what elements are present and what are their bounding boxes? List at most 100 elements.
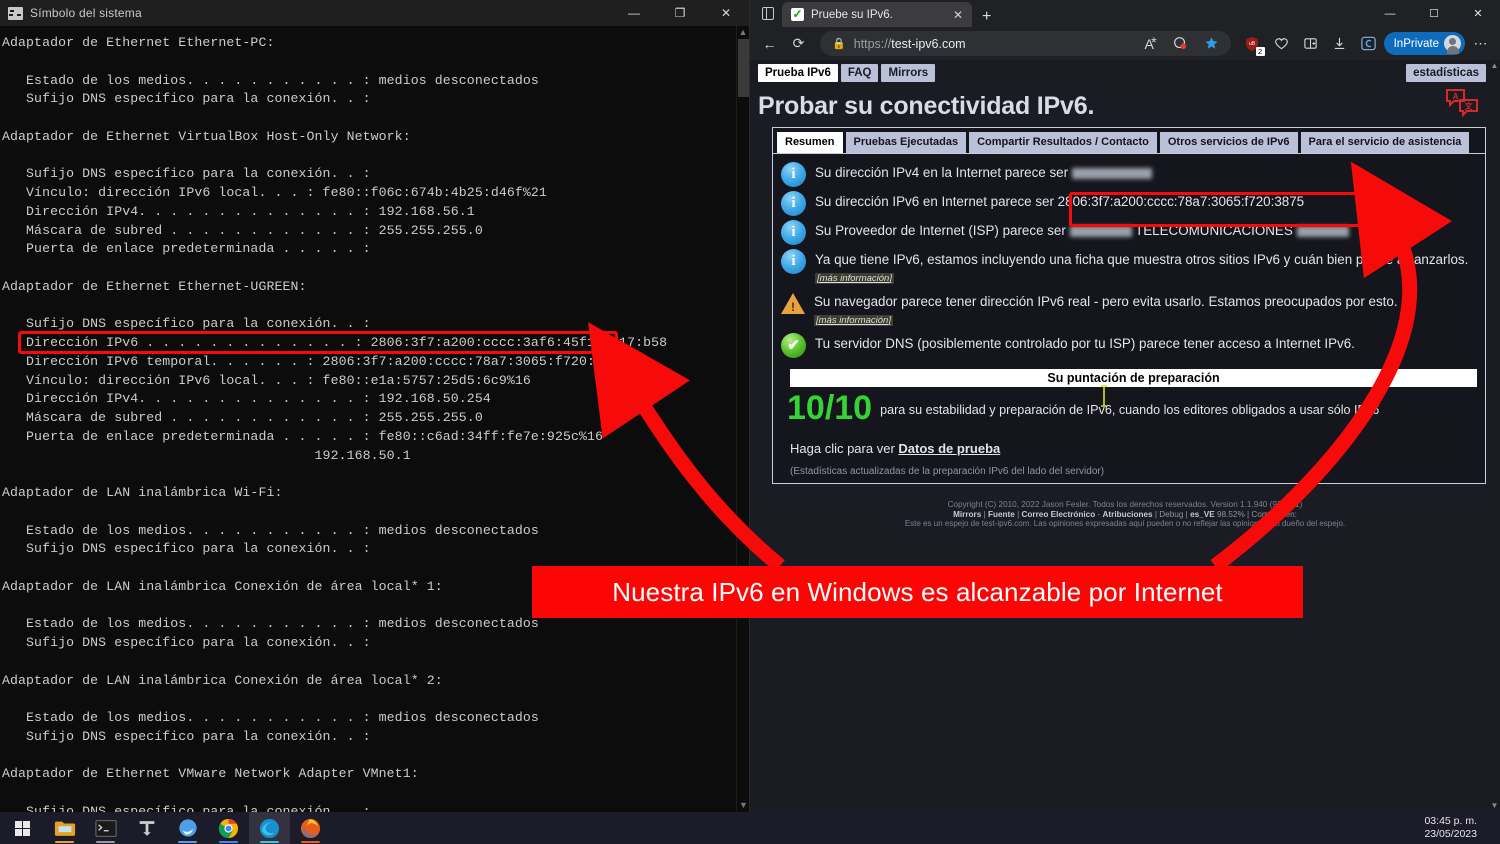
cmd-output-area[interactable]: Adaptador de Ethernet Ethernet-PC: Estad… <box>0 26 749 812</box>
download-glyph <box>1334 37 1344 49</box>
new-tab-button[interactable]: + <box>972 9 1001 27</box>
result-row-dns: Tu servidor DNS (posiblemente controlado… <box>781 331 1477 360</box>
address-bar-url: https://test-ipv6.com <box>853 36 966 51</box>
results-panel: Resumen Pruebas Ejecutadas Compartir Res… <box>772 127 1486 484</box>
result-text-ipv6-badge: Ya que tiene IPv6, estamos incluyendo un… <box>815 252 1469 284</box>
test-data-link[interactable]: Datos de prueba <box>898 441 1000 456</box>
result-text-dns: Tu servidor DNS (posiblemente controlado… <box>815 336 1355 351</box>
inprivate-profile-button[interactable]: InPrivate <box>1383 32 1465 55</box>
favorite-star-icon[interactable] <box>1198 30 1225 57</box>
command-prompt-icon[interactable] <box>85 812 126 844</box>
browser-tab[interactable]: Pruebe su IPv6. ✕ <box>782 2 972 27</box>
utorrent-icon[interactable] <box>126 812 167 844</box>
browser-close-button[interactable]: ✕ <box>1456 0 1500 27</box>
footer-link-debug[interactable]: Debug <box>1159 510 1183 519</box>
footer-copyright: Copyright (C) 2010, 2022 Jason Fesler. T… <box>947 500 1303 509</box>
score-description: para su estabilidad y preparación de IPv… <box>880 403 1380 417</box>
panel-tab-bar: Resumen Pruebas Ejecutadas Compartir Res… <box>773 128 1485 154</box>
result-row-browser-warning: Su navegador parece tener dirección IPv6… <box>781 289 1477 331</box>
cmd-window-title: Símbolo del sistema <box>30 6 142 20</box>
command-prompt-window: Símbolo del sistema — ❐ ✕ Adaptador de E… <box>0 0 750 812</box>
footer-links: Mirrors | Fuente | Correo Electrónico - … <box>953 509 1297 519</box>
firefox-icon[interactable] <box>290 812 331 844</box>
downloads-icon[interactable] <box>1326 30 1353 57</box>
teams-icon[interactable] <box>167 812 208 844</box>
redacted-isp-prefix <box>1069 225 1132 237</box>
tab-pruebas-ejecutadas[interactable]: Pruebas Ejecutadas <box>845 132 967 153</box>
result-row-ipv4: Su dirección IPv4 en la Internet parece … <box>781 160 1477 189</box>
cmd-scroll-up-icon[interactable]: ▲ <box>737 26 749 39</box>
lock-icon: 🔒 <box>832 38 846 50</box>
collections-icon[interactable] <box>1167 30 1194 57</box>
svg-text:文: 文 <box>1465 101 1474 111</box>
clock-time: 03:45 p. m. <box>1424 815 1477 827</box>
copilot-glyph <box>1360 36 1376 51</box>
ellipsis-icon[interactable]: ⋯ <box>1467 30 1494 57</box>
windows-start-icon[interactable] <box>0 812 44 844</box>
tab-title: Pruebe su IPv6. <box>811 8 893 21</box>
back-button[interactable]: ← <box>756 30 783 57</box>
cmd-minimize-button[interactable]: — <box>611 0 657 26</box>
page-scrollbar[interactable]: ▲ ▼ <box>1489 60 1500 812</box>
browser-essentials-icon[interactable] <box>1268 30 1295 57</box>
tab-servicio-asistencia[interactable]: Para el servicio de asistencia <box>1300 132 1470 153</box>
taskbar-clock[interactable]: 03:45 p. m. 23/05/2023 <box>1424 815 1490 841</box>
desktop: Símbolo del sistema — ❐ ✕ Adaptador de E… <box>0 0 1500 844</box>
score-area: 10/10 para su estabilidad y preparación … <box>773 387 1485 427</box>
more-info-link-badge[interactable]: [más información] <box>815 272 894 284</box>
browser-window-controls: — ☐ ✕ <box>1368 0 1500 27</box>
page-scroll-down-icon[interactable]: ▼ <box>1489 800 1500 812</box>
reload-button[interactable]: ⟳ <box>785 30 812 57</box>
result-text-isp: Su Proveedor de Internet (ISP) parece se… <box>815 220 1349 240</box>
result-row-isp: Su Proveedor de Internet (ISP) parece se… <box>781 218 1477 247</box>
statistics-button[interactable]: estadísticas <box>1406 64 1486 82</box>
tab-otros-servicios[interactable]: Otros servicios de IPv6 <box>1159 132 1298 153</box>
cmd-close-button[interactable]: ✕ <box>703 0 749 26</box>
info-icon <box>781 191 806 216</box>
browser-minimize-button[interactable]: — <box>1368 0 1412 27</box>
cmd-glyph <box>94 819 117 837</box>
tab-actions-icon[interactable] <box>754 0 782 27</box>
translate-icon[interactable]: A 文 <box>1444 88 1480 118</box>
ipconfig-output: Adaptador de Ethernet Ethernet-PC: Estad… <box>2 35 668 812</box>
success-icon <box>781 333 806 358</box>
site-nav-mirrors[interactable]: Mirrors <box>881 64 936 82</box>
extension-icon[interactable]: uB 2 <box>1239 30 1266 57</box>
browser-maximize-button[interactable]: ☐ <box>1412 0 1456 27</box>
annotation-banner: Nuestra IPv6 en Windows es alcanzable po… <box>532 566 1303 618</box>
omnibox-actions: A⃰ <box>1136 30 1225 57</box>
footer-link-mirrors[interactable]: Mirrors <box>953 510 981 519</box>
split-screen-icon[interactable] <box>1297 30 1324 57</box>
file-explorer-icon[interactable] <box>44 812 85 844</box>
cmd-window-controls: — ❐ ✕ <box>611 0 749 26</box>
read-aloud-icon[interactable]: A⃰ <box>1136 30 1163 57</box>
tab-resumen[interactable]: Resumen <box>777 132 843 153</box>
info-icon <box>781 220 806 245</box>
inprivate-label: InPrivate <box>1393 37 1439 50</box>
cmd-scroll-down-icon[interactable]: ▼ <box>737 799 750 812</box>
address-bar[interactable]: 🔒 https://test-ipv6.com A⃰ <box>820 31 1231 56</box>
cmd-scroll-thumb[interactable] <box>738 39 749 97</box>
footer-link-correo[interactable]: Correo Electrónico <box>1022 510 1096 519</box>
cmd-scrollbar[interactable]: ▲ ▼ <box>736 26 749 812</box>
footer-link-atribuciones[interactable]: Atribuciones <box>1103 510 1153 519</box>
site-nav-faq[interactable]: FAQ <box>840 64 879 82</box>
avatar <box>1444 35 1461 54</box>
copilot-icon[interactable] <box>1355 30 1382 57</box>
cmd-maximize-button[interactable]: ❐ <box>657 0 703 26</box>
tab-close-icon[interactable]: ✕ <box>950 8 966 22</box>
cmd-title-bar[interactable]: Símbolo del sistema — ❐ ✕ <box>0 0 749 26</box>
chrome-icon[interactable] <box>208 812 249 844</box>
site-top-nav: Prueba IPv6 FAQ Mirrors estadísticas <box>750 60 1500 82</box>
footer-link-fuente[interactable]: Fuente <box>988 510 1015 519</box>
notification-center-icon[interactable] <box>1490 812 1500 844</box>
webpage-viewport: Prueba IPv6 FAQ Mirrors estadísticas Pro… <box>750 60 1500 812</box>
tab-compartir-resultados[interactable]: Compartir Resultados / Contacto <box>969 132 1157 153</box>
footer-locale[interactable]: es_VE <box>1190 510 1215 519</box>
ipv6-address-value: 2806:3f7:a200:cccc:78a7:3065:f720:3875 <box>1057 194 1305 209</box>
annotation-banner-text: Nuestra IPv6 en Windows es alcanzable po… <box>612 576 1223 607</box>
more-info-link-warning[interactable]: [más información] <box>814 314 893 326</box>
page-scroll-up-icon[interactable]: ▲ <box>1489 60 1500 72</box>
edge-icon[interactable] <box>249 812 290 844</box>
site-nav-prueba-ipv6[interactable]: Prueba IPv6 <box>758 64 838 82</box>
